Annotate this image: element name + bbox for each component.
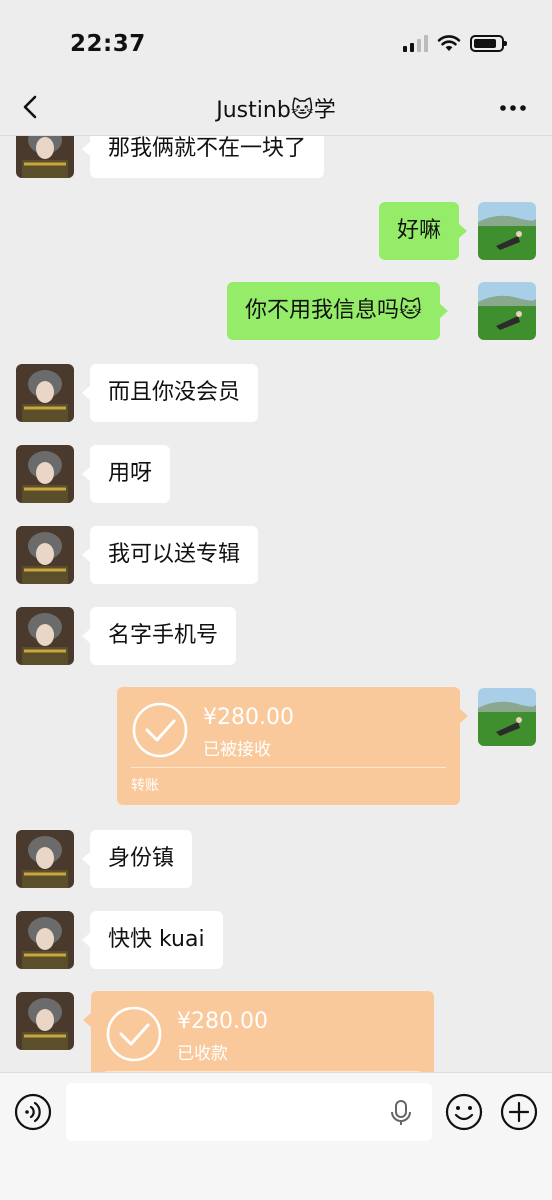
transfer-card[interactable]: ¥280.00 已被接收 转账 xyxy=(117,687,468,805)
transfer-card[interactable]: ¥280.00 已收款 转账 xyxy=(83,991,434,1072)
message-bubble[interactable]: 用呀 xyxy=(81,445,171,503)
contact-avatar[interactable] xyxy=(16,526,74,584)
more-dots-icon[interactable] xyxy=(498,94,528,122)
check-circle-icon xyxy=(106,1006,162,1062)
status-time: 22:37 xyxy=(70,31,146,57)
message-bubble[interactable]: 名字手机号 xyxy=(81,607,237,665)
wifi-icon xyxy=(437,35,461,51)
transfer-divider xyxy=(131,767,446,768)
chat-header: Justinb🐱学 xyxy=(0,80,552,136)
contact-avatar[interactable] xyxy=(16,992,74,1050)
message-bubble[interactable]: 你不用我信息吗🐱 xyxy=(227,282,448,340)
cellular-signal-icon xyxy=(403,35,428,52)
transfer-status: 已收款 xyxy=(177,1044,228,1064)
transfer-status: 已被接收 xyxy=(203,740,271,760)
contact-avatar[interactable] xyxy=(16,607,74,665)
status-icons xyxy=(403,34,507,52)
message-bubble[interactable]: 那我俩就不在一块了 xyxy=(81,136,325,178)
transfer-label: 转账 xyxy=(131,778,159,794)
message-list[interactable]: 那我俩就不在一块了 好嘛 你不用我信息吗🐱 而且你没会员 用呀 我可以送专辑 名… xyxy=(0,136,552,1072)
battery-icon xyxy=(470,35,507,52)
emoji-icon[interactable] xyxy=(445,1093,483,1131)
my-avatar[interactable] xyxy=(478,688,536,746)
my-avatar[interactable] xyxy=(478,202,536,260)
status-bar: 22:37 xyxy=(0,0,552,80)
microphone-icon[interactable] xyxy=(390,1099,412,1127)
message-bubble[interactable]: 快快 kuai xyxy=(82,911,223,969)
message-bubble[interactable]: 身份镇 xyxy=(81,830,193,888)
message-bubble[interactable]: 我可以送专辑 xyxy=(81,526,259,584)
contact-avatar[interactable] xyxy=(16,830,74,888)
check-circle-icon xyxy=(132,702,188,758)
voice-icon[interactable] xyxy=(14,1093,52,1131)
message-bubble[interactable]: 而且你没会员 xyxy=(81,364,259,422)
message-bubble[interactable]: 好嘛 xyxy=(379,202,468,260)
message-input[interactable] xyxy=(66,1083,432,1141)
transfer-amount: ¥280.00 xyxy=(203,705,294,730)
my-avatar[interactable] xyxy=(478,282,536,340)
chat-title: Justinb🐱学 xyxy=(216,98,336,123)
transfer-amount: ¥280.00 xyxy=(177,1009,268,1034)
contact-avatar[interactable] xyxy=(16,364,74,422)
input-bar xyxy=(0,1072,552,1200)
contact-avatar[interactable] xyxy=(16,445,74,503)
contact-avatar[interactable] xyxy=(16,911,74,969)
plus-icon[interactable] xyxy=(500,1093,538,1131)
contact-avatar[interactable] xyxy=(16,136,74,178)
